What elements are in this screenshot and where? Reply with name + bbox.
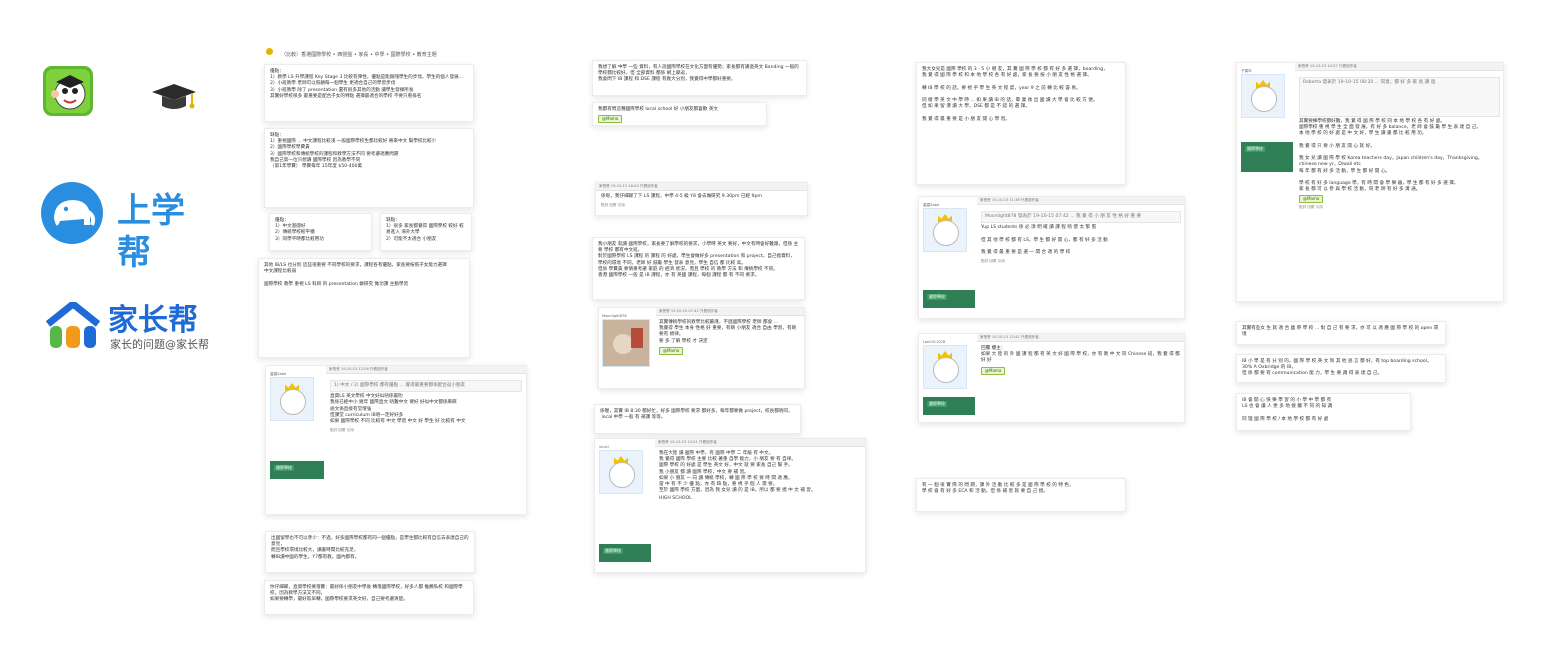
shangxuebang-wordmark: 上学帮 bbox=[117, 191, 185, 273]
post-text: 我大女兒是 國際 學校 的 3 - 5 小 朋 友，其 實 國 際 學 校 都 … bbox=[922, 67, 1108, 122]
post-text: IB 會 開 心 快 樂 學 習 的 小 學 中 學 都 有 LS 也 會 讓 … bbox=[1242, 398, 1333, 422]
post-header: 家長會 19-10-15 12:26 只看該作者 bbox=[326, 366, 526, 374]
post-card-happy-learning: IB 會 開 心 快 樂 學 習 的 小 學 中 學 都 有 LS 也 會 讓 … bbox=[1236, 393, 1411, 431]
post-text: 係呢，我仔細睇了下 LS 課程，中學 4-5 級 Y8 會去做研究 9.30pm… bbox=[601, 194, 762, 199]
post-header: 家長會 19-10-15 12:41 只看該作者 bbox=[977, 334, 1184, 342]
avatar[interactable] bbox=[923, 208, 967, 252]
quote-block: 1) 中文 / 2) 國際學校 都有優點 ... 覺得最重要都係配合返小朋友 bbox=[330, 380, 522, 393]
avatar-photo[interactable] bbox=[602, 319, 650, 367]
post-text: 出國留學也不可以參少：不過，好多國際學校都有同一個優點，是學生都比較有自信去表達… bbox=[271, 536, 469, 560]
post-text: 直資LS 英文學校 中文好似唔係最叻 我係已經中小 幾年 國際直文 唔難中文 要… bbox=[330, 394, 466, 425]
post-text: 我在大陸 讀 國際 中學，有 國際 中學 二 年級 有 中文。 我 覺得 國際 … bbox=[659, 451, 816, 494]
post-text: 回覆 樓主： 如果 大 陸 的 外 國 課 程 都 有 英 文 好 國 際 學 … bbox=[981, 346, 1180, 364]
forum-icon bbox=[266, 48, 273, 55]
post-header: 家長會 19-10-15 16:04 只看該作者 bbox=[596, 183, 807, 191]
post-text: 我想了解 中學 一些 資料，有人說國際學校在文化方面有優勢；家長都有講過英文 B… bbox=[598, 65, 799, 83]
post-card-thread-sabe-2: 家長會 19-10-15 11:36 只看該作者 盧嘉Sabe 國際學校 Moo… bbox=[918, 196, 1185, 319]
post-header: 家長會 19-10-15 11:36 只看該作者 bbox=[977, 197, 1184, 205]
user-banner: 國際學校 bbox=[1241, 142, 1293, 172]
breadcrumb: （比較）香港國際學校 • 西營盤 • 家長 • 中學 • 國際學校 • 教育主題 bbox=[266, 41, 596, 58]
post-text: 係喔，其實 IB 8:30 都好忙，好多 國際學校 要求 都好多，每年都要做 p… bbox=[600, 409, 793, 421]
post-card-eca: 有 一 個 很 實 際 的 問 題，課 外 活 動 比 較 多 是 國 際 學 … bbox=[916, 478, 1126, 512]
post-actions[interactable]: 點評 回覆 引用 bbox=[1299, 204, 1500, 210]
post-actions[interactable]: 點評 回覆 引用 bbox=[330, 427, 522, 433]
post-card-thread-vicuti: 家長會 19-10-15 12:01 只看該作者 vicuti 國際學校 我在大… bbox=[594, 438, 866, 573]
post-card-ib-ls: 其他 IB/LS 也分別 這些很重要 不同學校的要求，課程各有優點，家長要按照子… bbox=[258, 258, 470, 358]
post-actions[interactable]: 點評 回覆 引用 bbox=[601, 202, 802, 208]
post-text: 我小朋友 就讀 國際學校，家長要了解學校的要求，小學時 英文 要好，中文有時會好… bbox=[598, 242, 799, 279]
post-card-thread-sabe: 家長會 19-10-15 12:26 只看該作者 盧嘉Sabe 國際學校 1) … bbox=[265, 365, 527, 515]
jiazhangbang-slogan: 家长的问题@家长帮 bbox=[110, 338, 209, 351]
user-banner: 國際學校 bbox=[599, 544, 651, 562]
user-badge: @Mama bbox=[981, 366, 1006, 375]
post-text: 優點： 1）教學 LS 升學課程 Key Stage 3 比較有彈性，優點是能跟… bbox=[270, 69, 464, 99]
post-card-local-school: 我都有問這種國際學校 local school 好 小朋友都喜歡 英文 @Mam… bbox=[592, 102, 767, 126]
graduation-cap-icon bbox=[150, 82, 198, 118]
post-text: 其實有些女 生 就 適 合 國 際 學 校 ... 對 自 己 有 要 求，亦 … bbox=[1242, 326, 1440, 338]
user-badge: @Mama bbox=[1299, 195, 1324, 204]
post-text: 我都有問這種國際學校 local school 好 小朋友都喜歡 英文 bbox=[598, 107, 719, 112]
post-card-ib-oxbridge: IB 小 學 是 有 分 別 的，國 際 學 校 英 文 和 其 他 語 言 都… bbox=[1236, 354, 1446, 383]
post-card-overseas: 出國留學也不可以參少：不過，好多國際學校都有同一個優點，是學生都比較有自信去表達… bbox=[265, 531, 475, 573]
post-header: 家長會 19-10-15 10:37 只看該作者 bbox=[1295, 63, 1503, 71]
post-text: 缺點： 1）很多 家長都覺得 國際學校 較好 較易進入 海外大學 2）可能不太適… bbox=[386, 218, 464, 242]
jiazhangbang-wordmark: 家长帮 bbox=[108, 303, 198, 338]
avatar[interactable] bbox=[923, 345, 967, 389]
post-card-pros-short: 優點： 1）中文基礎好 2）傳統學校較平穩 3）同學平時都比較用功 bbox=[269, 213, 372, 251]
post-card-girls: 其實有些女 生 就 適 合 國 際 學 校 ... 對 自 己 有 要 求，亦 … bbox=[1236, 321, 1446, 345]
user-badge: @Mama bbox=[659, 346, 684, 355]
logo-jiazhangbang: 家长帮 家长的问题@家长帮 bbox=[44, 302, 214, 362]
quote-block: Moonlight878 發表於 19-10-15 07:42 ... 我 覺 … bbox=[981, 211, 1181, 224]
post-text: 其他 IB/LS 也分別 這些很重要 不同學校的要求，課程各有優點，家長要按照子… bbox=[264, 263, 447, 287]
post-text: 缺點： 1）重視國際 ... 中文課程比較淺 一般國際學校生都比較好 將來中文 … bbox=[270, 133, 437, 170]
post-header: 家長會 19-10-15 07:42 只看該作者 bbox=[656, 308, 804, 316]
user-banner: 國際學校 bbox=[923, 290, 975, 308]
logo-shangxuebang: 上学帮 bbox=[40, 181, 215, 273]
post-card-thread-moonlight: 家長會 19-10-15 07:42 只看該作者 Moonlight878 其實… bbox=[598, 307, 805, 389]
post-card-advantages: 優點： 1）教學 LS 升學課程 Key Stage 3 比較有彈性，優點是能跟… bbox=[264, 64, 474, 122]
avatar[interactable] bbox=[270, 377, 314, 421]
post-card-cons-short: 缺點： 1）很多 家長都覺得 國際學校 較好 較易進入 海外大學 2）可能不太適… bbox=[380, 213, 472, 251]
post-card-direct-subsidy: 你仔細睇，直資學校要落實：最好係小朋友中學後 轉落國際學校，好多人都 推薦私校 … bbox=[264, 580, 474, 615]
post-actions[interactable]: 點評 回覆 引用 bbox=[981, 258, 1181, 264]
post-card-thread-lok: 家長會 19-10-15 12:41 只看該作者 Lok0311078 國際學校… bbox=[918, 333, 1185, 423]
avatar[interactable] bbox=[1241, 74, 1285, 118]
post-header: 家長會 19-10-15 12:01 只看該作者 bbox=[655, 439, 865, 447]
post-card-ib-time: 係喔，其實 IB 8:30 都好忙，好多 國際學校 要求 都好多，每年都要做 p… bbox=[594, 404, 801, 434]
user-banner: 國際學校 bbox=[270, 461, 324, 479]
logo-app-icon-cartoon bbox=[43, 66, 93, 116]
breadcrumb-text[interactable]: （比較）香港國際學校 • 西營盤 • 家長 • 中學 • 國際學校 • 教育主題 bbox=[281, 52, 437, 58]
quote-block: Roberta 發表於 19-10-15 08:20 ... 同意，都 好 多 … bbox=[1299, 77, 1500, 117]
post-card-daughter: 我大女兒是 國際 學校 的 3 - 5 小 朋 友，其 實 國 際 學 校 都 … bbox=[916, 62, 1126, 185]
post-card-ls-schedule: 家長會 19-10-15 16:04 只看該作者 係呢，我仔細睇了下 LS 課程… bbox=[595, 182, 808, 216]
post-card-intro: 我想了解 中學 一些 資料，有人說國際學校在文化方面有優勢；家長都有講過英文 B… bbox=[592, 60, 807, 96]
avatar[interactable] bbox=[599, 450, 643, 494]
user-banner: 國際學校 bbox=[923, 397, 975, 415]
post-card-disadvantages: 缺點： 1）重視國際 ... 中文課程比較淺 一般國際學校生都比較好 將來中文 … bbox=[264, 128, 474, 208]
post-text: 有 一 個 很 實 際 的 問 題，課 外 活 動 比 較 多 是 國 際 學 … bbox=[922, 483, 1074, 495]
post-text: IB 小 學 是 有 分 別 的，國 際 學 校 英 文 和 其 他 語 言 都… bbox=[1242, 359, 1432, 377]
post-text: 優點： 1）中文基礎好 2）傳統學校較平穩 3）同學平時都比較用功 bbox=[275, 218, 324, 242]
post-card-long-experience: 我小朋友 就讀 國際學校，家長要了解學校的要求，小學時 英文 要好，中文有時會好… bbox=[592, 237, 805, 300]
post-text: 你仔細睇，直資學校要落實：最好係小朋友中學後 轉落國際學校，好多人都 推薦私校 … bbox=[270, 585, 463, 603]
post-text: 其實要揀學校都好難，我 覺 得 國 際 學 校 同 本 地 學 校 各 有 好 … bbox=[1299, 119, 1483, 193]
post-text: Yup LS students 係 必 須 明 確 讀 課 程 唔 使 太 緊 … bbox=[981, 225, 1108, 256]
post-card-thread-ziyinian: 家長會 19-10-15 10:37 只看該作者 子喜年 國際學校 Robert… bbox=[1236, 62, 1504, 302]
post-footer-text: HIGH SCHOOL bbox=[659, 496, 692, 502]
post-text: 其實傳統學校的教學比較嚴謹，不過國際學校 老師 都會 ... 我覺得 學生 本身… bbox=[659, 320, 797, 344]
user-badge: @Mama bbox=[598, 115, 623, 124]
